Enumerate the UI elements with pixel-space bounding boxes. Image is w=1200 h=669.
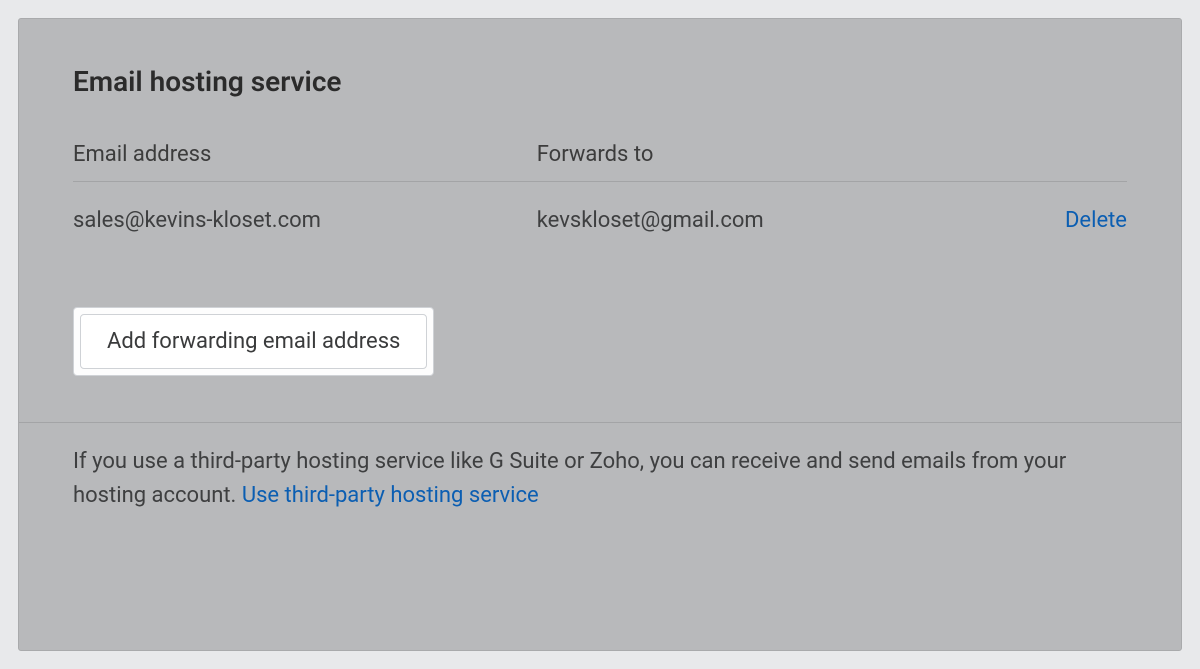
cell-action: Delete [979, 208, 1127, 233]
card-body: Email hosting service Email address Forw… [19, 19, 1181, 422]
cell-email-address: sales@kevins-kloset.com [73, 208, 537, 233]
footer-text: If you use a third-party hosting service… [73, 445, 1127, 513]
column-header-forwards: Forwards to [537, 142, 980, 167]
delete-link[interactable]: Delete [1065, 208, 1127, 233]
card-title: Email hosting service [73, 65, 1127, 98]
cell-forwards-to: kevskloset@gmail.com [537, 208, 980, 233]
third-party-hosting-link[interactable]: Use third-party hosting service [242, 483, 539, 508]
add-forwarding-email-button[interactable]: Add forwarding email address [80, 314, 427, 369]
table-header-row: Email address Forwards to [73, 142, 1127, 182]
column-header-action [979, 142, 1127, 167]
email-hosting-card: Email hosting service Email address Forw… [18, 18, 1182, 651]
footer-description: If you use a third-party hosting service… [73, 449, 1066, 508]
table-row: sales@kevins-kloset.com kevskloset@gmail… [73, 182, 1127, 259]
add-button-highlight: Add forwarding email address [73, 307, 434, 376]
card-footer: If you use a third-party hosting service… [19, 422, 1181, 541]
column-header-email: Email address [73, 142, 537, 167]
